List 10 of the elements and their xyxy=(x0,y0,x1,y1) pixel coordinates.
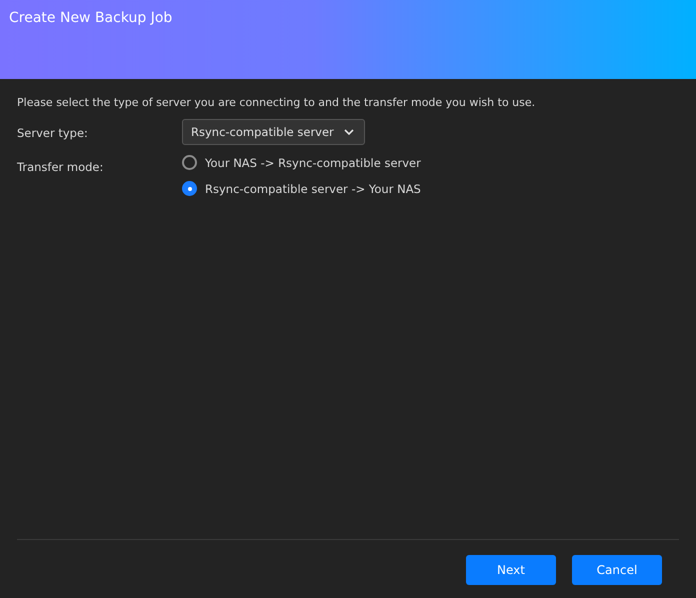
field-label: Transfer mode: xyxy=(17,159,104,174)
field-label: Server type: xyxy=(17,125,89,140)
next-button[interactable]: Next xyxy=(466,555,556,585)
chevron-icon xyxy=(344,129,354,135)
radio-option[interactable]: Your NAS -> Rsync-compatible server xyxy=(182,155,679,170)
cancel-button[interactable]: Cancel xyxy=(572,555,662,585)
server-type-dropdown[interactable]: Rsync-compatible server xyxy=(182,119,365,145)
radio-option[interactable]: Rsync-compatible server -> Your NAS xyxy=(182,181,679,196)
instruction-text: Please select the type of server you are connecting to and the transfer mode you wish to use. xyxy=(17,96,536,109)
window-title: Create New Backup Job xyxy=(9,10,174,26)
